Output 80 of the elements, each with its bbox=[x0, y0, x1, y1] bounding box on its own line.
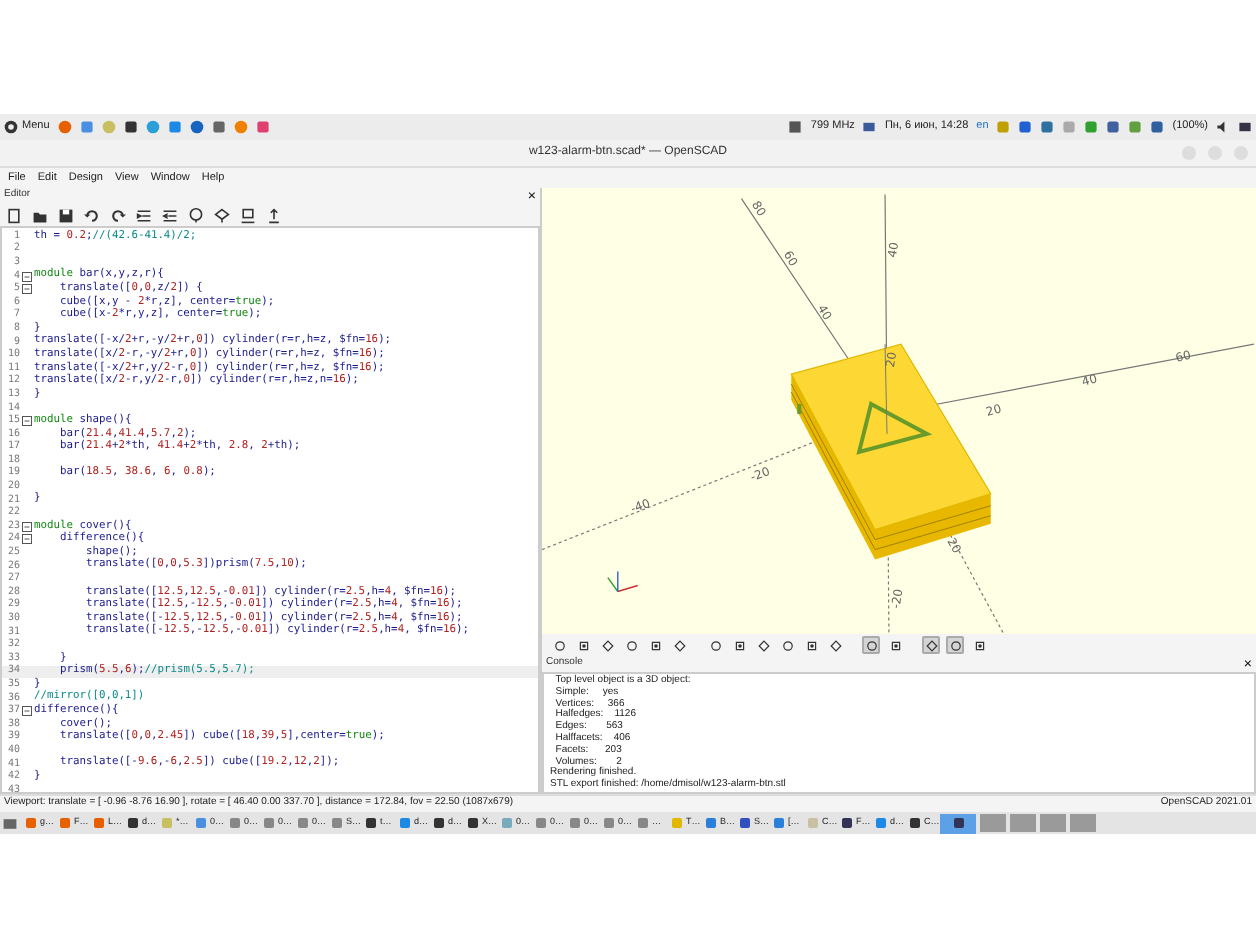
desktop-icon[interactable] bbox=[2, 815, 18, 831]
view-toolbar-button[interactable] bbox=[946, 636, 964, 654]
view-toolbar-button[interactable] bbox=[598, 636, 616, 654]
view-tool-icon bbox=[577, 639, 589, 651]
app-icon bbox=[638, 818, 648, 828]
app-icon bbox=[808, 818, 818, 828]
view-tool-icon bbox=[889, 639, 901, 651]
taskbar-button[interactable] bbox=[940, 813, 976, 833]
app-icon bbox=[774, 818, 784, 828]
view-toolbar-button[interactable] bbox=[778, 636, 796, 654]
app-icon bbox=[162, 818, 172, 828]
view-toolbar-button[interactable] bbox=[826, 636, 844, 654]
monitor-icon bbox=[862, 120, 877, 134]
view-tool-icon bbox=[865, 639, 877, 651]
view-tool-icon bbox=[733, 639, 745, 651]
app-icon bbox=[60, 818, 70, 828]
view-toolbar-button[interactable] bbox=[922, 636, 940, 654]
view-tool-icon bbox=[709, 639, 721, 651]
view-tool-icon bbox=[553, 639, 565, 651]
app-icon bbox=[94, 818, 104, 828]
printer-icon[interactable] bbox=[240, 207, 256, 223]
cpu-icon bbox=[788, 120, 803, 134]
view-toolbar-button[interactable] bbox=[706, 636, 724, 654]
app-icon bbox=[740, 818, 750, 828]
unindent-icon[interactable] bbox=[162, 207, 178, 223]
app-icon bbox=[876, 818, 886, 828]
view-tool-icon bbox=[673, 639, 685, 651]
view-toolbar-button[interactable] bbox=[550, 636, 568, 654]
save-icon[interactable] bbox=[58, 207, 74, 223]
app-icon bbox=[26, 818, 36, 828]
app-icon bbox=[570, 818, 580, 828]
view-toolbar-button[interactable] bbox=[574, 636, 592, 654]
new-file-icon[interactable] bbox=[6, 207, 22, 223]
app-icon bbox=[910, 818, 920, 828]
app-icon bbox=[468, 818, 478, 828]
app-icon bbox=[264, 818, 274, 828]
fold-icon[interactable] bbox=[22, 271, 32, 282]
view-toolbar-button[interactable] bbox=[730, 636, 748, 654]
view-toolbar-button[interactable] bbox=[862, 636, 880, 654]
fold-icon[interactable] bbox=[22, 521, 32, 532]
view-toolbar-button[interactable] bbox=[646, 636, 664, 654]
view-toolbar-button[interactable] bbox=[802, 636, 820, 654]
view-toolbar-button[interactable] bbox=[754, 636, 772, 654]
view-toolbar-button[interactable] bbox=[886, 636, 904, 654]
render-icon[interactable] bbox=[214, 207, 230, 223]
app-icon bbox=[400, 818, 410, 828]
indent-icon[interactable] bbox=[136, 207, 152, 223]
app-icon bbox=[230, 818, 240, 828]
fold-icon[interactable] bbox=[22, 534, 32, 545]
app-icon bbox=[332, 818, 342, 828]
app-icon bbox=[196, 818, 206, 828]
code-editor[interactable] bbox=[0, 226, 540, 794]
preview-icon[interactable] bbox=[188, 207, 204, 223]
app-icon bbox=[672, 818, 682, 828]
view-tool-icon bbox=[805, 639, 817, 651]
view-tool-icon bbox=[829, 639, 841, 651]
fold-icon[interactable] bbox=[22, 284, 32, 295]
app-icon bbox=[366, 818, 376, 828]
undo-icon[interactable] bbox=[84, 207, 100, 223]
view-tool-icon bbox=[649, 639, 661, 651]
app-icon bbox=[128, 818, 138, 828]
app-icon bbox=[502, 818, 512, 828]
app-icon bbox=[536, 818, 546, 828]
axes-icon bbox=[607, 570, 639, 593]
view-toolbar-button[interactable] bbox=[670, 636, 688, 654]
fold-icon[interactable] bbox=[22, 416, 32, 427]
app-icon bbox=[298, 818, 308, 828]
view-toolbar-button[interactable] bbox=[622, 636, 640, 654]
upload-icon[interactable] bbox=[266, 207, 282, 223]
display-icon[interactable] bbox=[1238, 120, 1252, 134]
view-toolbar-button[interactable] bbox=[970, 636, 988, 654]
speaker-icon[interactable] bbox=[1216, 120, 1230, 134]
app-icon bbox=[953, 818, 963, 828]
redo-icon[interactable] bbox=[110, 207, 126, 223]
app-icon bbox=[706, 818, 716, 828]
app-icon bbox=[842, 818, 852, 828]
fold-icon[interactable] bbox=[22, 706, 32, 717]
app-icon bbox=[604, 818, 614, 828]
view-tool-icon bbox=[973, 639, 985, 651]
app-icon bbox=[434, 818, 444, 828]
